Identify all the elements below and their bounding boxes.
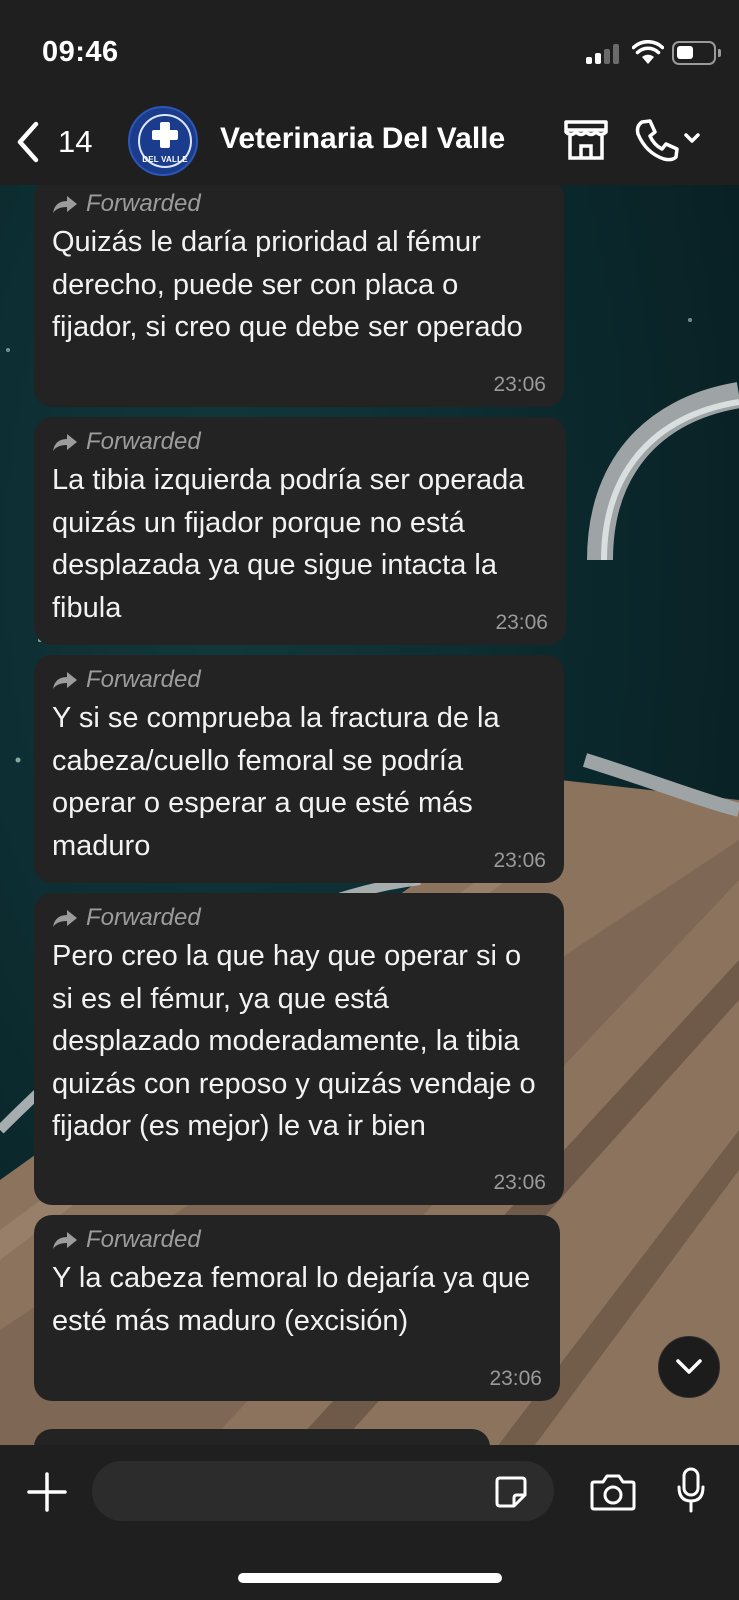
microphone-icon[interactable]	[676, 1467, 706, 1515]
avatar-label: DEL VALLE	[142, 155, 188, 164]
message-time: 23:06	[493, 849, 546, 872]
message-bubble[interactable]: Forwarded Pero creo la que hay que opera…	[34, 893, 564, 1205]
message-input[interactable]	[92, 1461, 554, 1521]
message-bubble[interactable]: Forwarded Y si se comprueba la fractura …	[34, 655, 564, 883]
forwarded-label: Forwarded	[86, 666, 201, 693]
message-text: Pero creo la que hay que operar si o si …	[52, 940, 536, 1142]
medical-cross-icon	[152, 122, 178, 148]
message-text: La tibia izquierda podría ser operada qu…	[52, 464, 525, 624]
forwarded-label: Forwarded	[86, 904, 201, 931]
message-bubble-partial[interactable]	[34, 1429, 490, 1445]
storefront-icon[interactable]	[562, 118, 610, 162]
forwarded-label: Forwarded	[86, 190, 201, 217]
forwarded-indicator: Forwarded	[52, 189, 546, 219]
plus-icon[interactable]	[26, 1471, 68, 1513]
contact-avatar[interactable]: DEL VALLE	[128, 106, 198, 176]
contact-name[interactable]: Veterinaria Del Valle	[220, 122, 505, 156]
phone-icon[interactable]	[634, 118, 704, 162]
message-time: 23:06	[495, 611, 548, 634]
unread-count: 14	[58, 124, 93, 159]
wifi-icon	[632, 40, 664, 64]
message-list[interactable]: Forwarded Quizás le daría prioridad al f…	[0, 185, 739, 1445]
status-time: 09:46	[42, 36, 119, 68]
chevron-left-icon	[17, 121, 39, 163]
forward-arrow-icon	[53, 672, 77, 689]
forward-arrow-icon	[53, 196, 77, 213]
forwarded-label: Forwarded	[86, 1226, 201, 1253]
message-bubble[interactable]: Forwarded La tibia izquierda podría ser …	[34, 417, 566, 645]
message-text: Y la cabeza femoral lo dejaría ya que es…	[52, 1262, 531, 1337]
chevron-down-icon	[676, 1359, 702, 1374]
message-text: Quizás le daría prioridad al fémur derec…	[52, 226, 523, 343]
cellular-signal-icon	[586, 44, 622, 64]
forward-arrow-icon	[53, 1232, 77, 1249]
forwarded-indicator: Forwarded	[52, 903, 546, 933]
forwarded-indicator: Forwarded	[52, 665, 546, 695]
camera-icon[interactable]	[590, 1473, 636, 1511]
battery-icon	[672, 41, 721, 65]
message-composer	[0, 1445, 739, 1600]
message-time: 23:06	[493, 373, 546, 396]
back-button[interactable]: 14	[14, 116, 92, 168]
forwarded-label: Forwarded	[86, 428, 201, 455]
sticker-icon[interactable]	[494, 1475, 528, 1509]
message-bubble[interactable]: Forwarded Quizás le daría prioridad al f…	[34, 185, 564, 407]
scroll-to-bottom-button[interactable]	[658, 1336, 720, 1398]
chat-header: 09:46 14 DEL VALLE Veterinaria Del Valle	[0, 0, 739, 185]
message-text: Y si se comprueba la fractura de la cabe…	[52, 702, 500, 862]
forwarded-indicator: Forwarded	[52, 1225, 542, 1255]
message-bubble[interactable]: Forwarded Y la cabeza femoral lo dejaría…	[34, 1215, 560, 1401]
forwarded-indicator: Forwarded	[52, 427, 548, 457]
home-indicator	[238, 1573, 502, 1583]
forward-arrow-icon	[53, 910, 77, 927]
message-time: 23:06	[489, 1367, 542, 1390]
forward-arrow-icon	[53, 434, 77, 451]
message-time: 23:06	[493, 1171, 546, 1194]
